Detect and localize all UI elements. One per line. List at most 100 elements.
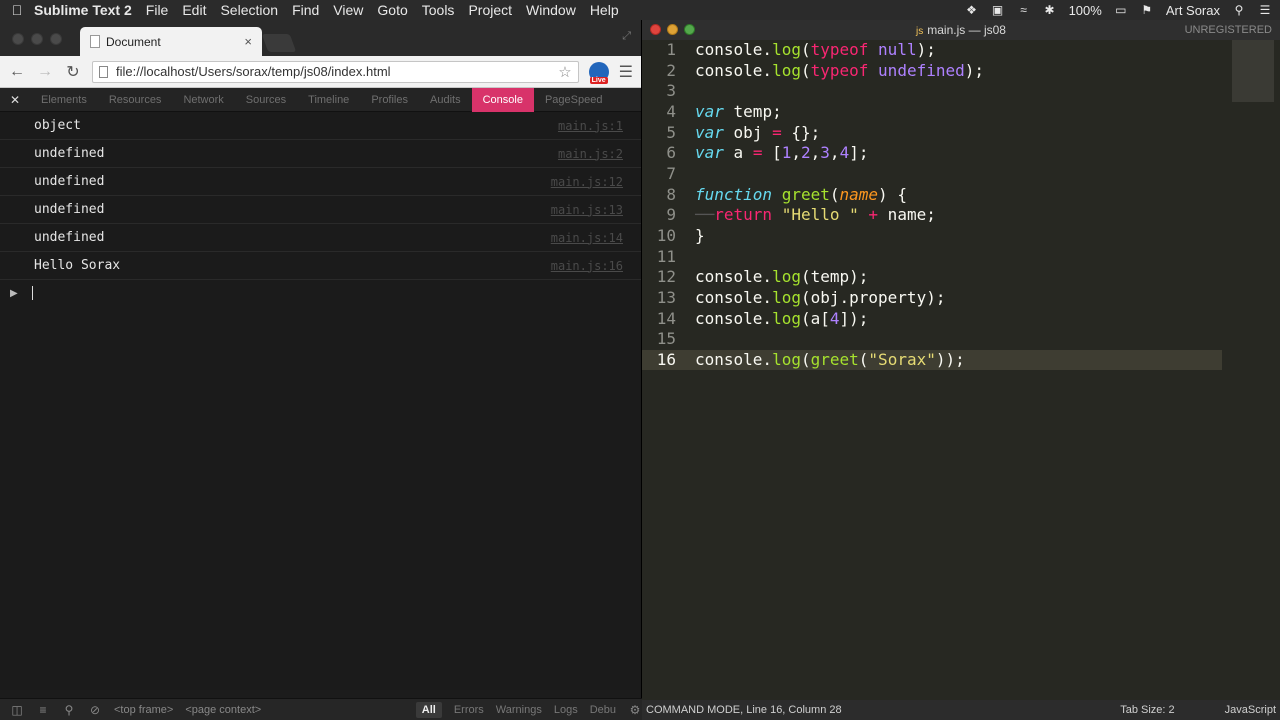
line-number: 2 bbox=[666, 61, 676, 80]
tab-console[interactable]: Console bbox=[471, 87, 534, 112]
tab-sources[interactable]: Sources bbox=[235, 88, 297, 112]
menu-find[interactable]: Find bbox=[292, 2, 319, 18]
filter-debug[interactable]: Debu bbox=[590, 704, 616, 716]
drawer-icon[interactable]: ≡ bbox=[36, 703, 50, 717]
battery-icon: ▭ bbox=[1115, 3, 1127, 17]
line-number: 13 bbox=[656, 288, 676, 307]
filter-warnings[interactable]: Warnings bbox=[496, 704, 542, 716]
frame-select[interactable]: <top frame> bbox=[114, 704, 173, 716]
console-row: object main.js:1 bbox=[0, 112, 641, 140]
minimap[interactable] bbox=[1232, 40, 1274, 102]
menu-goto[interactable]: Goto bbox=[377, 2, 407, 18]
settings-gear-icon[interactable]: ⚙ bbox=[628, 703, 642, 717]
tab-title: Document bbox=[106, 34, 161, 49]
syntax-selector[interactable]: JavaScript bbox=[1225, 704, 1276, 716]
line-number: 1 bbox=[666, 40, 676, 59]
menu-file[interactable]: File bbox=[146, 2, 169, 18]
status-mode: COMMAND MODE, Line 16, Column 28 bbox=[646, 704, 842, 716]
menu-window[interactable]: Window bbox=[526, 2, 576, 18]
chrome-menu-icon[interactable]: ☰ bbox=[619, 62, 633, 82]
clear-console-icon[interactable]: ⊘ bbox=[88, 703, 102, 717]
user-name[interactable]: Art Sorax bbox=[1166, 3, 1220, 18]
code-line: 6 var a = [1,2,3,4]; bbox=[642, 143, 868, 163]
tab-profiles[interactable]: Profiles bbox=[360, 88, 419, 112]
tab-audits[interactable]: Audits bbox=[419, 88, 472, 112]
line-number: 10 bbox=[656, 226, 676, 245]
code-line: 5 var obj = {}; bbox=[642, 123, 820, 143]
forward-icon[interactable]: → bbox=[36, 63, 54, 81]
prompt-arrow-icon: ▶ bbox=[10, 287, 18, 299]
unregistered-label: UNREGISTERED bbox=[1184, 24, 1272, 36]
source-link[interactable]: main.js:2 bbox=[558, 147, 623, 161]
dock-icon[interactable]: ◫ bbox=[10, 703, 24, 717]
console-message: undefined bbox=[34, 202, 105, 217]
filter-logs[interactable]: Logs bbox=[554, 704, 578, 716]
source-link[interactable]: main.js:1 bbox=[558, 119, 623, 133]
menu-edit[interactable]: Edit bbox=[182, 2, 206, 18]
filter-all[interactable]: All bbox=[415, 701, 442, 718]
line-number: 16 bbox=[656, 350, 676, 369]
menu-help[interactable]: Help bbox=[590, 2, 619, 18]
console-row: undefined main.js:2 bbox=[0, 140, 641, 168]
tab-resources[interactable]: Resources bbox=[98, 88, 173, 112]
spotlight-icon[interactable]: ⚲ bbox=[1232, 3, 1246, 17]
browser-tab[interactable]: Document × bbox=[80, 27, 262, 56]
fullscreen-icon[interactable]: ⤢ bbox=[622, 30, 631, 43]
tab-pagespeed[interactable]: PageSpeed bbox=[534, 88, 614, 112]
tab-elements[interactable]: Elements bbox=[30, 88, 98, 112]
console-panel: object main.js:1 undefined main.js:2 und… bbox=[0, 112, 641, 690]
code-line: 15 bbox=[642, 329, 676, 349]
code-line: 11 bbox=[642, 247, 676, 267]
search-icon[interactable]: ⚲ bbox=[62, 703, 76, 717]
source-link[interactable]: main.js:16 bbox=[551, 259, 623, 273]
new-tab-button[interactable] bbox=[261, 34, 297, 52]
bookmark-star-icon[interactable]: ☆ bbox=[558, 63, 571, 81]
filter-errors[interactable]: Errors bbox=[454, 704, 484, 716]
devtools-status-bar: ◫ ≡ ⚲ ⊘ <top frame> <page context> All E… bbox=[0, 698, 642, 720]
source-link[interactable]: main.js:13 bbox=[551, 203, 623, 217]
tab-network[interactable]: Network bbox=[172, 88, 234, 112]
url-text: file://localhost/Users/sorax/temp/js08/i… bbox=[116, 64, 391, 79]
source-link[interactable]: main.js:14 bbox=[551, 231, 623, 245]
console-input-caret[interactable] bbox=[31, 286, 33, 300]
code-editor[interactable]: 1 console.log(typeof null); 2 console.log(… bbox=[642, 40, 1280, 698]
dropbox-icon[interactable]: ❖ bbox=[965, 3, 979, 17]
back-icon[interactable]: ← bbox=[8, 63, 26, 81]
menu-tools[interactable]: Tools bbox=[422, 2, 455, 18]
display-icon[interactable]: ▣ bbox=[991, 3, 1005, 17]
close-devtools-icon[interactable]: ✕ bbox=[0, 93, 30, 107]
sublime-status-bar: COMMAND MODE, Line 16, Column 28 Tab Siz… bbox=[642, 700, 1280, 720]
zoom-window-icon[interactable] bbox=[50, 33, 62, 45]
tab-timeline[interactable]: Timeline bbox=[297, 88, 360, 112]
address-bar[interactable]: file://localhost/Users/sorax/temp/js08/i… bbox=[92, 60, 579, 83]
minimize-window-icon[interactable] bbox=[31, 33, 43, 45]
livereload-icon[interactable]: Live bbox=[588, 61, 609, 84]
document-icon bbox=[90, 35, 100, 48]
menu-view[interactable]: View bbox=[333, 2, 363, 18]
line-number: 15 bbox=[656, 329, 676, 348]
bluetooth-icon[interactable]: ✱ bbox=[1043, 3, 1057, 17]
code-line: 4 var temp; bbox=[642, 102, 781, 122]
tab-size[interactable]: Tab Size: 2 bbox=[1120, 704, 1174, 716]
line-number: 14 bbox=[656, 309, 676, 328]
reload-icon[interactable]: ↻ bbox=[64, 62, 82, 82]
battery-percent[interactable]: 100% bbox=[1069, 3, 1102, 18]
close-tab-icon[interactable]: × bbox=[244, 34, 252, 49]
wifi-icon[interactable]: ≈ bbox=[1017, 3, 1031, 17]
console-prompt[interactable]: ▶ bbox=[0, 280, 641, 306]
code-line: 13 console.log(obj.property); bbox=[642, 288, 946, 308]
apple-icon[interactable]:  bbox=[0, 2, 34, 18]
code-line: 12 console.log(temp); bbox=[642, 267, 869, 287]
code-line: 7 bbox=[642, 164, 676, 184]
app-menu[interactable]: Sublime Text 2 bbox=[34, 2, 132, 18]
line-number: 4 bbox=[666, 102, 676, 121]
close-window-icon[interactable] bbox=[12, 33, 24, 45]
notification-icon[interactable]: ☰ bbox=[1258, 3, 1272, 17]
context-select[interactable]: <page context> bbox=[185, 704, 261, 716]
flag-icon[interactable]: ⚑ bbox=[1140, 3, 1154, 17]
browser-toolbar: ← → ↻ file://localhost/Users/sorax/temp/… bbox=[0, 56, 641, 88]
menu-project[interactable]: Project bbox=[468, 2, 512, 18]
status-tray: ❖ ▣ ≈ ✱ 100% ▭ ⚑ Art Sorax ⚲ ☰ bbox=[965, 0, 1272, 20]
menu-selection[interactable]: Selection bbox=[220, 2, 278, 18]
source-link[interactable]: main.js:12 bbox=[551, 175, 623, 189]
